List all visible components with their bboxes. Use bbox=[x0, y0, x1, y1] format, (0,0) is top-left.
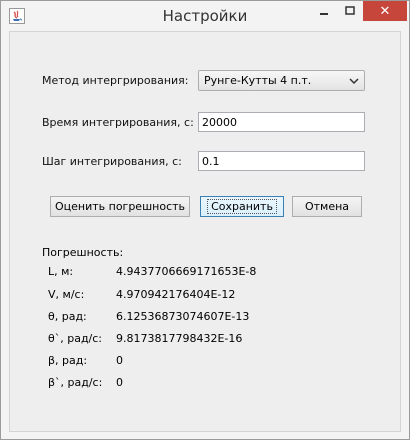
estimate-error-button-label: Оценить погрешность bbox=[54, 200, 186, 213]
method-label: Метод интергрирования: bbox=[42, 74, 189, 87]
error-value-beta-dot: 0 bbox=[116, 376, 123, 389]
time-input[interactable] bbox=[198, 112, 365, 132]
error-name-theta: θ, рад: bbox=[48, 310, 87, 323]
minimize-icon bbox=[320, 13, 328, 15]
error-value-theta-dot: 9.8173817798432E-16 bbox=[116, 332, 243, 345]
minimize-button[interactable] bbox=[311, 1, 337, 21]
error-name-beta-dot: β`, рад/с: bbox=[48, 376, 103, 389]
step-label: Шаг интегрирования, с: bbox=[42, 155, 182, 168]
method-select[interactable]: Рунге-Кутты 4 п.т. bbox=[198, 70, 365, 91]
error-name-l: L, м: bbox=[48, 265, 74, 278]
error-name-beta: β, рад: bbox=[48, 354, 88, 367]
close-button[interactable]: ✕ bbox=[363, 1, 407, 21]
save-button[interactable]: Сохранить bbox=[200, 196, 284, 217]
error-value-theta: 6.12536873074607E-13 bbox=[116, 310, 250, 323]
time-label: Время интегрирования, с: bbox=[42, 116, 194, 129]
cancel-button-label: Отмена bbox=[304, 200, 350, 213]
settings-panel: Метод интергрирования: Рунге-Кутты 4 п.т… bbox=[9, 31, 401, 432]
maximize-button[interactable] bbox=[337, 1, 363, 21]
error-value-l: 4.9437706669171653E-8 bbox=[116, 265, 257, 278]
estimate-error-button[interactable]: Оценить погрешность bbox=[50, 196, 190, 217]
error-value-v: 4.970942176404E-12 bbox=[116, 288, 236, 301]
method-select-value: Рунге-Кутты 4 п.т. bbox=[204, 74, 312, 87]
cancel-button[interactable]: Отмена bbox=[292, 196, 362, 217]
step-input[interactable] bbox=[198, 151, 365, 171]
close-icon: ✕ bbox=[379, 3, 391, 19]
errors-title: Погрешность: bbox=[42, 246, 124, 259]
error-value-beta: 0 bbox=[116, 354, 123, 367]
error-name-v: V, м/с: bbox=[48, 288, 85, 301]
title-bar[interactable]: Настройки ✕ bbox=[1, 1, 409, 31]
maximize-icon bbox=[345, 6, 355, 15]
settings-window: Настройки ✕ Метод интергрирования: Рунге… bbox=[0, 0, 410, 440]
chevron-down-icon bbox=[349, 78, 359, 85]
save-button-label: Сохранить bbox=[207, 199, 277, 214]
error-name-theta-dot: θ`, рад/с: bbox=[48, 332, 103, 345]
